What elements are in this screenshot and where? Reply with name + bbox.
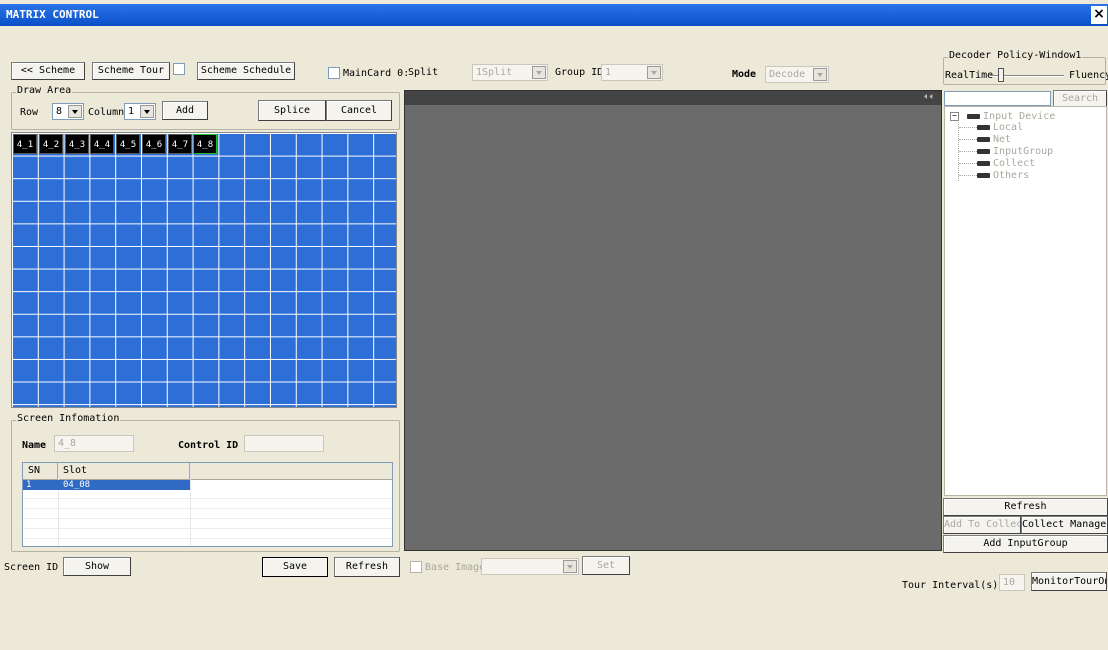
screen-grid[interactable]: 4_1 4_2 4_3 4_4 4_5 4_6 4_7 4_8 xyxy=(11,132,397,408)
grid-cell[interactable]: 4_6 xyxy=(142,134,166,154)
collect-manager-button[interactable]: Collect Manager xyxy=(1021,516,1108,534)
device-icon xyxy=(967,113,981,119)
row-value: 8 xyxy=(56,106,63,117)
set-button[interactable]: Set xyxy=(582,556,630,575)
draw-area-title: Draw Area xyxy=(16,85,73,96)
maincard-label: MainCard 0: xyxy=(343,68,410,79)
chevron-down-icon xyxy=(813,68,827,81)
title-bar: MATRIX CONTROL × xyxy=(0,4,1108,26)
device-icon xyxy=(977,124,990,130)
column-header-sn[interactable]: SN xyxy=(23,463,58,480)
decoder-policy-title: Decoder Policy-Window1 xyxy=(948,50,1083,61)
show-button[interactable]: Show xyxy=(63,557,131,576)
grid-cell[interactable]: 4_7 xyxy=(168,134,192,154)
screen-info-title: Screen Infomation xyxy=(16,413,121,424)
realtime-label: RealTime xyxy=(945,70,994,81)
maincard-checkbox[interactable] xyxy=(328,67,340,79)
control-id-label: Control ID xyxy=(178,440,239,451)
save-button[interactable]: Save xyxy=(262,557,328,577)
split-label: Split xyxy=(408,67,439,78)
column-value: 1 xyxy=(128,106,135,117)
tour-interval-field[interactable]: 10 xyxy=(999,574,1025,591)
cancel-button[interactable]: Cancel xyxy=(326,100,392,121)
scheme-tour-checkbox[interactable] xyxy=(173,63,185,75)
chevron-down-icon xyxy=(532,66,546,79)
add-to-collect-button[interactable]: Add To Collect xyxy=(943,516,1021,534)
tree-item-others[interactable]: Others xyxy=(959,170,1029,181)
chevron-down-icon xyxy=(563,560,577,573)
input-device-tree: − Input Device Local Net InputGroup Coll… xyxy=(944,106,1107,496)
chevron-down-icon xyxy=(68,105,82,118)
chevron-down-icon xyxy=(647,66,661,79)
decoder-slider-thumb[interactable] xyxy=(998,68,1004,82)
grid-cell[interactable]: 4_4 xyxy=(90,134,114,154)
group-id-value: 1 xyxy=(605,67,612,78)
grid-cell[interactable]: 4_2 xyxy=(39,134,63,154)
split-value: 1Split xyxy=(476,67,513,78)
device-icon xyxy=(977,172,990,178)
add-button[interactable]: Add xyxy=(162,101,208,120)
video-toolbar: 🔈︎🔈︎ xyxy=(405,91,941,105)
search-input[interactable] xyxy=(944,91,1051,106)
column-header-empty xyxy=(190,463,392,480)
column-select[interactable]: 1 xyxy=(124,103,156,120)
device-icon xyxy=(977,160,990,166)
row-label: Row xyxy=(20,107,39,118)
table-row[interactable]: 1 04_08 xyxy=(23,480,190,490)
tree-item-collect[interactable]: Collect xyxy=(959,158,1035,169)
row-sn: 1 xyxy=(26,480,32,490)
device-icon xyxy=(977,148,990,154)
screen-id-label: Screen ID xyxy=(4,562,59,573)
scheme-schedule-button[interactable]: Scheme Schedule xyxy=(197,62,295,80)
monitor-tour-button[interactable]: MonitorTourOn xyxy=(1031,572,1107,591)
tour-interval-label: Tour Interval(s) xyxy=(902,580,999,591)
name-label: Name xyxy=(22,440,47,451)
mode-value: Decode xyxy=(769,69,806,80)
control-id-field[interactable] xyxy=(244,435,324,452)
row-slot: 04_08 xyxy=(63,480,91,490)
refresh-button[interactable]: Refresh xyxy=(334,557,400,577)
column-header-slot[interactable]: Slot xyxy=(58,463,190,480)
close-icon[interactable]: × xyxy=(1091,6,1107,24)
mode-label: Mode xyxy=(732,69,757,80)
base-image-label: Base Image xyxy=(425,562,486,573)
scheme-tour-button[interactable]: Scheme Tour xyxy=(92,62,170,80)
tree-refresh-button[interactable]: Refresh xyxy=(943,498,1108,516)
mode-select[interactable]: Decode xyxy=(765,66,829,83)
group-id-label: Group ID xyxy=(555,67,604,78)
scheme-button[interactable]: << Scheme xyxy=(11,62,85,80)
collapse-icon[interactable]: − xyxy=(950,111,959,121)
split-select[interactable]: 1Split xyxy=(472,64,548,81)
name-field[interactable]: 4_8 xyxy=(54,435,134,452)
base-image-checkbox[interactable] xyxy=(410,561,422,573)
tree-root[interactable]: − Input Device xyxy=(950,111,1055,122)
grid-cell[interactable]: 4_1 xyxy=(13,134,37,154)
grid-cell[interactable]: 4_3 xyxy=(65,134,89,154)
grid-cell[interactable]: 4_5 xyxy=(116,134,140,154)
base-image-select[interactable] xyxy=(481,558,579,575)
grid-cell-selected[interactable]: 4_8 xyxy=(193,134,217,154)
tree-item-net[interactable]: Net xyxy=(959,134,1011,145)
fluency-label: Fluency xyxy=(1069,70,1108,81)
splice-button[interactable]: Splice xyxy=(258,100,326,121)
add-inputgroup-button[interactable]: Add InputGroup xyxy=(943,535,1108,553)
tree-item-local[interactable]: Local xyxy=(959,122,1023,133)
column-label: Column xyxy=(88,107,125,118)
slot-table: SN Slot 1 04_08 xyxy=(22,462,393,547)
device-icon xyxy=(977,136,990,142)
row-select[interactable]: 8 xyxy=(52,103,84,120)
chevron-down-icon xyxy=(140,105,154,118)
search-button[interactable]: Search xyxy=(1053,90,1107,107)
tree-item-inputgroup[interactable]: InputGroup xyxy=(959,146,1053,157)
speaker-icon[interactable]: 🔈︎🔈︎ xyxy=(924,92,935,102)
group-id-select[interactable]: 1 xyxy=(601,64,663,81)
window-title: MATRIX CONTROL xyxy=(6,8,99,21)
video-preview[interactable]: 🔈︎🔈︎ xyxy=(404,90,942,551)
